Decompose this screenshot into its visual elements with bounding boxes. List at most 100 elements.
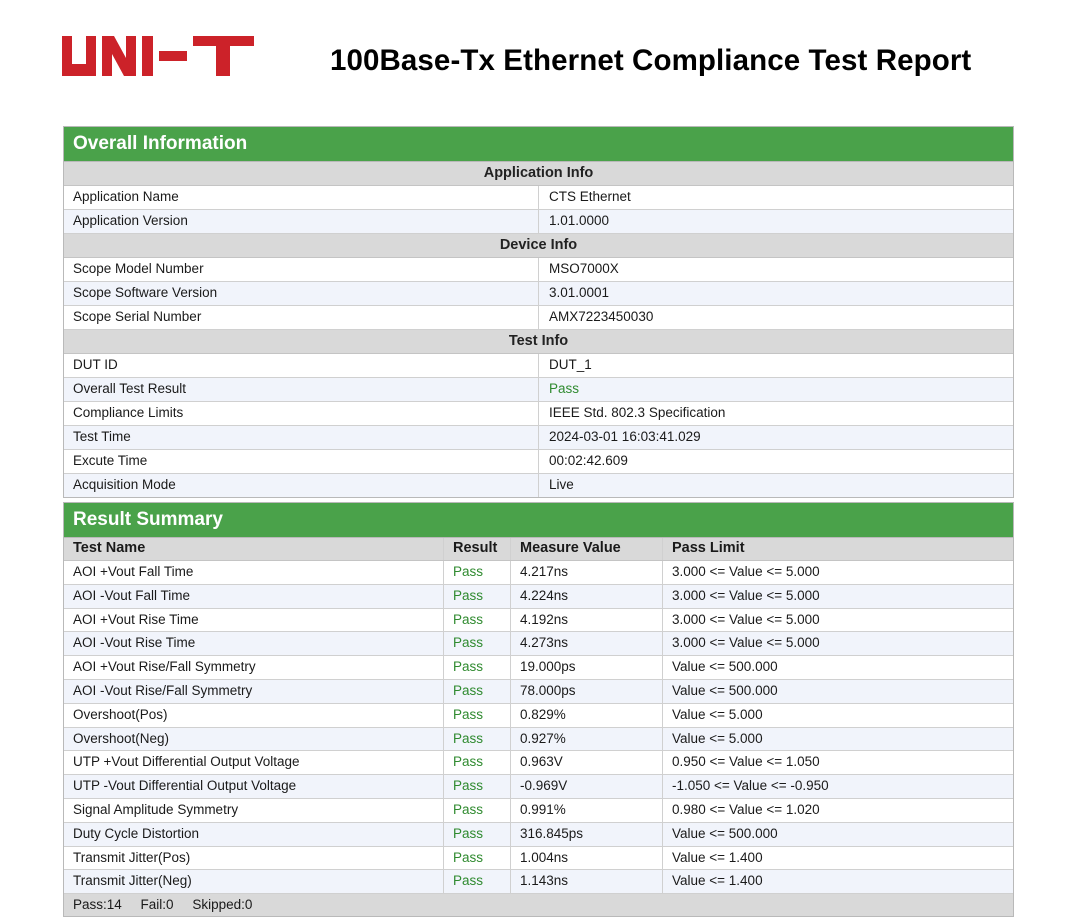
measure-value-cell: 0.927% bbox=[511, 727, 663, 751]
info-label: Scope Software Version bbox=[64, 282, 539, 305]
pass-limit-cell: Value <= 1.400 bbox=[672, 849, 763, 865]
pass-limit-cell: 0.950 <= Value <= 1.050 bbox=[672, 754, 820, 770]
pass-count: Pass:14 bbox=[73, 897, 122, 913]
pass-limit-cell: 0.980 <= Value <= 1.020 bbox=[672, 801, 820, 817]
pass-limit-cell: Value <= 500.000 bbox=[672, 825, 778, 841]
pass-limit-cell: 3.000 <= Value <= 5.000 bbox=[672, 564, 820, 579]
info-value: DUT_1 bbox=[549, 357, 592, 372]
info-row: Acquisition Mode Live bbox=[64, 474, 1013, 497]
section-test-info: Test Info bbox=[64, 330, 1013, 354]
measure-value-cell: 316.845ps bbox=[511, 822, 663, 846]
pass-limit-cell: Value <= 5.000 bbox=[672, 706, 763, 722]
info-value: IEEE Std. 802.3 Specification bbox=[549, 405, 726, 420]
measure-value-cell: -0.969V bbox=[511, 775, 663, 798]
measure-value-cell: 1.143ns bbox=[511, 870, 663, 894]
info-row: Compliance Limits IEEE Std. 802.3 Specif… bbox=[64, 402, 1013, 426]
result-cell: Pass bbox=[444, 751, 511, 775]
info-value: MSO7000X bbox=[549, 261, 619, 276]
overall-result-value: Pass bbox=[549, 381, 580, 396]
info-label: Application Name bbox=[64, 186, 539, 209]
test-name-cell: Overshoot(Pos) bbox=[64, 703, 444, 727]
fail-count: Fail:0 bbox=[140, 897, 174, 913]
table-row: Transmit Jitter(Neg) Pass 1.143ns Value <= … bbox=[64, 870, 1013, 895]
result-cell: Pass bbox=[444, 775, 511, 798]
pass-limit-cell: Value <= 1.400 bbox=[672, 873, 763, 889]
info-value: Live bbox=[549, 477, 574, 492]
measure-value-cell: 19.000ps bbox=[511, 656, 663, 679]
info-row: Test Time 2024-03-01 16:03:41.029 bbox=[64, 426, 1013, 450]
test-name-cell: AOI +Vout Rise/Fall Symmetry bbox=[64, 656, 444, 679]
table-row: Signal Amplitude Symmetry Pass 0.991% 0.980… bbox=[64, 798, 1013, 823]
test-name-cell: AOI -Vout Rise/Fall Symmetry bbox=[64, 679, 444, 703]
table-row: Overshoot(Neg) Pass 0.927% Value <= 5.000 bbox=[64, 727, 1013, 752]
result-cell: Pass bbox=[444, 584, 511, 608]
info-row: Scope Software Version 3.01.0001 bbox=[64, 282, 1013, 306]
info-label: Acquisition Mode bbox=[64, 474, 539, 497]
measure-value-cell: 0.991% bbox=[511, 798, 663, 822]
info-label: Test Time bbox=[64, 426, 539, 449]
info-row: DUT ID DUT_1 bbox=[64, 354, 1013, 378]
info-row: Application Name CTS Ethernet bbox=[64, 186, 1013, 210]
result-cell: Pass bbox=[444, 608, 511, 632]
info-row: Overall Test Result Pass bbox=[64, 378, 1013, 402]
measure-value-cell: 4.273ns bbox=[511, 632, 663, 656]
info-row: Scope Serial Number AMX7223450030 bbox=[64, 306, 1013, 330]
test-name-cell: AOI +Vout Fall Time bbox=[64, 561, 444, 584]
info-row: Excute Time 00:02:42.609 bbox=[64, 450, 1013, 474]
test-name-cell: AOI -Vout Rise Time bbox=[64, 632, 444, 656]
info-label: DUT ID bbox=[64, 354, 539, 377]
table-row: AOI +Vout Rise Time Pass 4.192ns 3.000 <= V… bbox=[64, 608, 1013, 633]
summary-table-body: AOI +Vout Fall Time Pass 4.217ns 3.000 <= V… bbox=[64, 561, 1013, 895]
pass-limit-cell: Value <= 500.000 bbox=[672, 682, 778, 698]
measure-value-cell: 4.192ns bbox=[511, 608, 663, 632]
result-summary-panel: Result Summary Test Name Result Measure … bbox=[63, 502, 1014, 918]
report-title: 100Base-Tx Ethernet Compliance Test Repo… bbox=[330, 44, 972, 77]
table-row: Overshoot(Pos) Pass 0.829% Value <= 5.000 bbox=[64, 703, 1013, 728]
column-header-result: Result bbox=[444, 538, 511, 560]
table-row: AOI +Vout Fall Time Pass 4.217ns 3.000 <= V… bbox=[64, 561, 1013, 585]
test-name-cell: AOI -Vout Fall Time bbox=[64, 584, 444, 608]
table-row: AOI -Vout Rise Time Pass 4.273ns 3.000 <= V… bbox=[64, 632, 1013, 657]
result-cell: Pass bbox=[444, 727, 511, 751]
column-header-pass-limit: Pass Limit bbox=[672, 540, 745, 556]
pass-limit-cell: Value <= 500.000 bbox=[672, 659, 778, 675]
test-name-cell: Transmit Jitter(Neg) bbox=[64, 870, 444, 894]
result-cell: Pass bbox=[444, 846, 511, 870]
test-name-cell: Overshoot(Neg) bbox=[64, 727, 444, 751]
result-cell: Pass bbox=[444, 822, 511, 846]
column-header-measure-value: Measure Value bbox=[511, 538, 663, 560]
result-cell: Pass bbox=[444, 632, 511, 656]
section-application-info: Application Info bbox=[64, 162, 1013, 186]
measure-value-cell: 78.000ps bbox=[511, 679, 663, 703]
test-name-cell: AOI +Vout Rise Time bbox=[64, 608, 444, 632]
test-name-cell: UTP +Vout Differential Output Voltage bbox=[64, 751, 444, 775]
info-label: Scope Serial Number bbox=[64, 306, 539, 329]
info-label: Scope Model Number bbox=[64, 258, 539, 281]
measure-value-cell: 0.829% bbox=[511, 703, 663, 727]
test-name-cell: Duty Cycle Distortion bbox=[64, 822, 444, 846]
result-cell: Pass bbox=[444, 561, 511, 584]
info-value: 00:02:42.609 bbox=[549, 453, 628, 468]
measure-value-cell: 4.217ns bbox=[511, 561, 663, 584]
measure-value-cell: 4.224ns bbox=[511, 584, 663, 608]
column-header-test-name: Test Name bbox=[64, 538, 444, 560]
table-row: UTP +Vout Differential Output Voltage Pas… bbox=[64, 751, 1013, 776]
result-cell: Pass bbox=[444, 656, 511, 679]
info-label: Compliance Limits bbox=[64, 402, 539, 425]
overall-information-header: Overall Information bbox=[64, 127, 1013, 162]
skipped-count: Skipped:0 bbox=[192, 897, 253, 913]
section-device-info: Device Info bbox=[64, 234, 1013, 258]
pass-limit-cell: 3.000 <= Value <= 5.000 bbox=[672, 587, 820, 603]
info-label: Application Version bbox=[64, 210, 539, 233]
info-row: Scope Model Number MSO7000X bbox=[64, 258, 1013, 282]
result-summary-header: Result Summary bbox=[64, 503, 1013, 538]
measure-value-cell: 1.004ns bbox=[511, 846, 663, 870]
table-row: UTP -Vout Differential Output Voltage Pas… bbox=[64, 775, 1013, 799]
info-value: 1.01.0000 bbox=[549, 213, 610, 228]
measure-value-cell: 0.963V bbox=[511, 751, 663, 775]
test-name-cell: Signal Amplitude Symmetry bbox=[64, 798, 444, 822]
result-cell: Pass bbox=[444, 679, 511, 703]
info-row: Application Version 1.01.0000 bbox=[64, 210, 1013, 234]
pass-limit-cell: 3.000 <= Value <= 5.000 bbox=[672, 611, 820, 627]
info-label: Overall Test Result bbox=[64, 378, 539, 401]
